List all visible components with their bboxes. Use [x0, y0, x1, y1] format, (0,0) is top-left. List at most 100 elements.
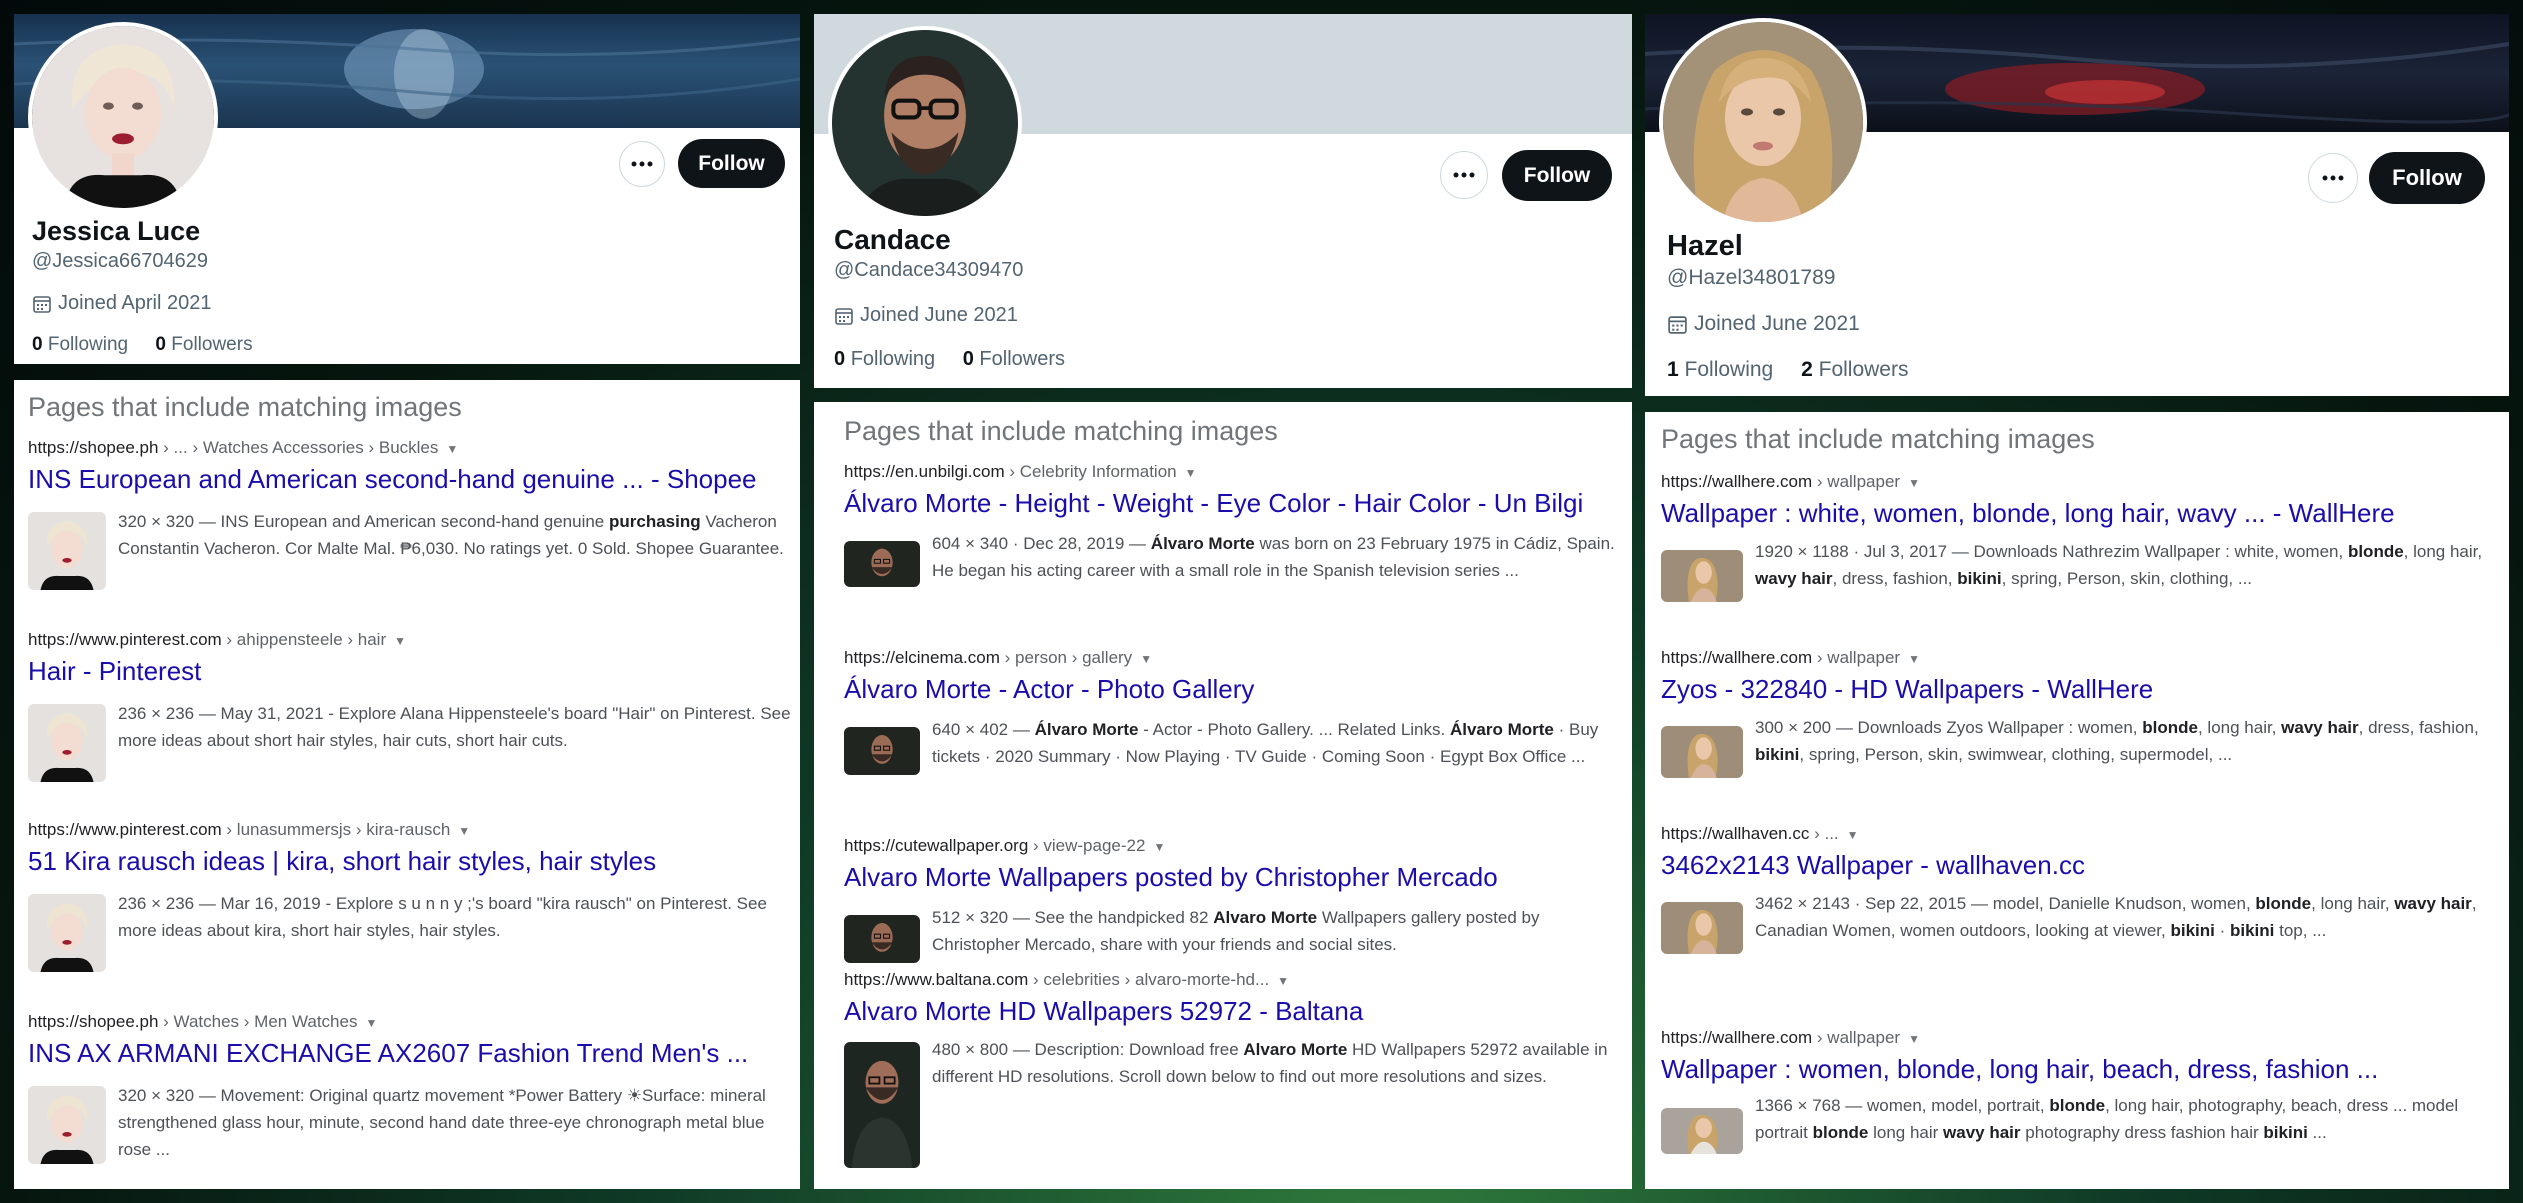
caret-down-icon[interactable]: ▼: [1847, 828, 1859, 842]
result-thumbnail[interactable]: [28, 894, 106, 972]
following-link[interactable]: 1 Following: [1667, 358, 1773, 381]
result-thumbnail[interactable]: [28, 512, 106, 590]
caret-down-icon[interactable]: ▼: [458, 824, 470, 838]
follow-button[interactable]: Follow: [1502, 150, 1612, 201]
result-url[interactable]: https://www.baltana.com › celebrities › …: [844, 970, 1289, 990]
result-url[interactable]: https://en.unbilgi.com › Celebrity Infor…: [844, 462, 1197, 482]
caret-down-icon[interactable]: ▼: [1140, 652, 1152, 666]
column-hazel: Follow Hazel @Hazel34801789 Joined June …: [1645, 14, 2509, 1189]
result-thumbnail[interactable]: [1661, 550, 1743, 602]
followers-link[interactable]: 0 Followers: [155, 334, 252, 355]
results-heading: Pages that include matching images: [844, 416, 1278, 446]
result-snippet: 236 × 236 — Mar 16, 2019 - Explore s u n…: [118, 894, 767, 940]
result-thumbnail[interactable]: [844, 541, 920, 587]
result-title[interactable]: Wallpaper : women, blonde, long hair, be…: [1661, 1054, 2378, 1085]
following-count: 0: [834, 348, 846, 370]
followers-count: 2: [1801, 358, 1813, 381]
result-title[interactable]: Alvaro Morte Wallpapers posted by Christ…: [844, 862, 1498, 893]
result-snippet: 1920 × 1188 · Jul 3, 2017 — Downloads Na…: [1755, 542, 2483, 588]
result-thumbnail[interactable]: [844, 1042, 920, 1168]
result-thumbnail[interactable]: [1661, 1108, 1743, 1154]
result-thumbnail[interactable]: [28, 704, 106, 782]
result-item: https://shopee.ph › Watches › Men Watche…: [14, 1012, 800, 1172]
result-snippet: 320 × 320 — Movement: Original quartz mo…: [118, 1086, 766, 1159]
result-url[interactable]: https://cutewallpaper.org › view-page-22…: [844, 836, 1165, 856]
result-item: https://www.pinterest.com › ahippensteel…: [14, 630, 800, 782]
caret-down-icon[interactable]: ▼: [1908, 652, 1920, 666]
result-title[interactable]: INS AX ARMANI EXCHANGE AX2607 Fashion Tr…: [28, 1038, 748, 1069]
followers-link[interactable]: 2 Followers: [1801, 358, 1908, 381]
result-item: https://en.unbilgi.com › Celebrity Infor…: [814, 462, 1632, 592]
avatar[interactable]: [828, 26, 1022, 220]
following-link[interactable]: 0 Following: [32, 334, 128, 355]
more-options-icon: [1453, 172, 1475, 178]
more-options-button[interactable]: [619, 141, 665, 187]
avatar[interactable]: [1659, 18, 1867, 226]
profile-handle: @Hazel34801789: [1667, 266, 1836, 289]
followers-link[interactable]: 0 Followers: [963, 348, 1065, 370]
caret-down-icon[interactable]: ▼: [446, 442, 458, 456]
result-item: https://elcinema.com › person › gallery ▼…: [814, 648, 1632, 798]
profile-handle: @Jessica66704629: [32, 250, 208, 272]
result-item: https://wallhere.com › wallpaper ▼ Wallpa…: [1645, 472, 2509, 612]
followers-label: Followers: [1818, 358, 1909, 381]
result-title[interactable]: Wallpaper : white, women, blonde, long h…: [1661, 498, 2395, 529]
result-title[interactable]: 51 Kira rausch ideas | kira, short hair …: [28, 846, 656, 877]
avatar[interactable]: [28, 22, 218, 212]
joined-date: Joined June 2021: [834, 304, 1018, 327]
profile-name: Jessica Luce: [32, 216, 201, 246]
caret-down-icon[interactable]: ▼: [1185, 466, 1197, 480]
result-url[interactable]: https://wallhere.com › wallpaper ▼: [1661, 1028, 1920, 1048]
follow-stats: 1 Following 2 Followers: [1667, 358, 1908, 382]
more-options-button[interactable]: [2308, 153, 2358, 203]
result-url[interactable]: https://wallhere.com › wallpaper ▼: [1661, 472, 1920, 492]
followers-count: 0: [962, 348, 974, 370]
result-item: https://cutewallpaper.org › view-page-22…: [814, 836, 1632, 966]
following-count: 0: [32, 334, 43, 355]
result-title[interactable]: 3462x2143 Wallpaper - wallhaven.cc: [1661, 850, 2085, 881]
result-url[interactable]: https://wallhaven.cc › ... ▼: [1661, 824, 1859, 844]
result-thumbnail[interactable]: [844, 727, 920, 775]
caret-down-icon[interactable]: ▼: [365, 1016, 377, 1030]
result-url[interactable]: https://wallhere.com › wallpaper ▼: [1661, 648, 1920, 668]
result-url[interactable]: https://shopee.ph › ... › Watches Access…: [28, 438, 458, 458]
caret-down-icon[interactable]: ▼: [1153, 840, 1165, 854]
follow-button[interactable]: Follow: [678, 139, 785, 188]
result-item: https://wallhere.com › wallpaper ▼ Wallpa…: [1645, 1028, 2509, 1178]
followers-label: Followers: [171, 334, 253, 355]
caret-down-icon[interactable]: ▼: [1277, 974, 1289, 988]
result-thumbnail[interactable]: [1661, 902, 1743, 954]
following-label: Following: [850, 348, 936, 370]
followers-count: 0: [155, 334, 166, 355]
result-url[interactable]: https://shopee.ph › Watches › Men Watche…: [28, 1012, 377, 1032]
following-link[interactable]: 0 Following: [834, 348, 935, 370]
result-thumbnail[interactable]: [1661, 726, 1743, 778]
result-title[interactable]: Álvaro Morte - Actor - Photo Gallery: [844, 674, 1254, 705]
profile-card: Follow Jessica Luce @Jessica66704629 Joi…: [14, 14, 800, 364]
more-options-button[interactable]: [1440, 151, 1488, 199]
caret-down-icon[interactable]: ▼: [1908, 476, 1920, 490]
result-url[interactable]: https://www.pinterest.com › ahippensteel…: [28, 630, 406, 650]
result-url[interactable]: https://elcinema.com › person › gallery ▼: [844, 648, 1152, 668]
result-title[interactable]: Alvaro Morte HD Wallpapers 52972 - Balta…: [844, 996, 1363, 1027]
profile-name: Candace: [834, 224, 951, 255]
caret-down-icon[interactable]: ▼: [394, 634, 406, 648]
following-label: Following: [47, 334, 129, 355]
result-title[interactable]: Hair - Pinterest: [28, 656, 201, 687]
result-thumbnail[interactable]: [28, 1086, 106, 1164]
result-title[interactable]: Zyos - 322840 - HD Wallpapers - WallHere: [1661, 674, 2153, 705]
result-item: https://wallhaven.cc › ... ▼ 3462x2143 Wa…: [1645, 824, 2509, 984]
result-title[interactable]: INS European and American second-hand ge…: [28, 464, 757, 495]
joined-text: Joined April 2021: [58, 292, 212, 314]
profile-card: Follow Candace @Candace34309470 Joined J…: [814, 14, 1632, 388]
result-title[interactable]: Álvaro Morte - Height - Weight - Eye Col…: [844, 488, 1583, 519]
result-thumbnail[interactable]: [844, 915, 920, 963]
follow-button[interactable]: Follow: [2369, 152, 2485, 204]
result-item: https://www.pinterest.com › lunasummersj…: [14, 820, 800, 972]
result-url[interactable]: https://www.pinterest.com › lunasummersj…: [28, 820, 470, 840]
following-count: 1: [1667, 358, 1679, 381]
profile-card: Follow Hazel @Hazel34801789 Joined June …: [1645, 14, 2509, 396]
result-item: https://www.baltana.com › celebrities › …: [814, 970, 1632, 1180]
caret-down-icon[interactable]: ▼: [1908, 1032, 1920, 1046]
result-snippet: 640 × 402 — Álvaro Morte - Actor - Photo…: [932, 720, 1599, 766]
